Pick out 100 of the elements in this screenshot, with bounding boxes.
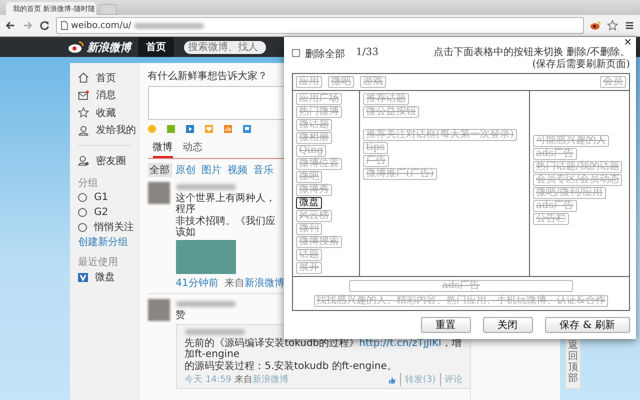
module-toggle[interactable]: 热门微博 — [296, 106, 342, 118]
friends-icon — [78, 155, 89, 166]
hint-text: 点击下面表格中的按钮来切换 删除/不删除。(保存后需要刷新页面) — [432, 47, 630, 71]
source-label: 来自 — [234, 375, 252, 385]
module-toggle[interactable]: 找找感兴趣的人、精彩内容、热门应用、手机玩微博、认证&合作 — [314, 295, 608, 307]
feed-tab[interactable]: 动态 — [182, 139, 203, 158]
module-toggle[interactable]: tips — [363, 142, 388, 154]
module-toggle[interactable]: 微博推广(广告) — [363, 168, 437, 180]
module-toggle[interactable]: 微博位置 — [296, 158, 342, 170]
module-toggle[interactable]: 应用广场 — [296, 93, 342, 105]
module-toggle[interactable]: 风云榜 — [296, 210, 332, 222]
module-toggle[interactable]: 会员 — [600, 76, 626, 88]
star-icon[interactable] — [607, 20, 618, 31]
circle-icon — [78, 222, 87, 232]
blurred-text — [134, 22, 204, 28]
module-toggle[interactable]: ads广告 — [533, 200, 576, 212]
sidebar-item[interactable]: 密友圈 — [96, 154, 126, 168]
sidebar-item[interactable]: 首页 — [96, 70, 116, 85]
dialog-button[interactable]: 重置 — [420, 317, 471, 333]
short-link[interactable]: http://t.cn/zTjJlKl — [359, 338, 442, 349]
forward-link[interactable]: 转发(3) — [400, 373, 436, 386]
checkbox-label: 删除全部 — [305, 48, 345, 61]
feed-tab[interactable]: 微博 — [152, 139, 173, 158]
reload-icon[interactable] — [39, 20, 50, 31]
address-bar[interactable]: weibo.com/u/ — [56, 17, 584, 34]
section-heading: 分组 — [78, 176, 99, 190]
dialog-button[interactable]: 保存 & 刷新 — [544, 317, 630, 333]
sidebar-item[interactable]: 消息 — [96, 88, 116, 102]
module-toggle[interactable]: 可能感兴趣的人 — [533, 135, 609, 147]
dialog-button[interactable]: 关闭 — [482, 317, 533, 333]
count-label: 1/33 — [356, 47, 378, 58]
module-toggle[interactable]: 展开 — [296, 262, 322, 274]
blurred-text — [176, 184, 236, 190]
group-item[interactable]: 悄悄关注 — [94, 220, 134, 234]
module-toggle[interactable]: 会员专区/会员动态 — [533, 174, 622, 186]
module-toggle[interactable]: 公告栏 — [533, 213, 569, 225]
composer-prompt: 有什么新鲜事想告诉大家？ — [148, 70, 268, 82]
close-button[interactable]: × — [624, 38, 632, 48]
module-toggle[interactable]: 推荐话题 — [363, 93, 409, 105]
filter-tab[interactable]: 原创 — [174, 163, 198, 177]
sidebar-item[interactable]: 发给我的 — [96, 123, 136, 138]
source-link[interactable]: 新浪微博 — [244, 276, 284, 290]
back-icon[interactable] — [5, 20, 16, 31]
module-toggle[interactable]: 微博搜索 — [296, 236, 342, 248]
create-group-link[interactable]: 创建新分组 — [78, 234, 140, 248]
filter-tab[interactable]: 图片 — [200, 163, 224, 177]
nav-tab[interactable]: 首页 — [138, 37, 174, 57]
page-icon — [61, 21, 68, 30]
group-item[interactable]: G1 — [94, 192, 108, 202]
heart-icon[interactable] — [204, 125, 213, 133]
post-time[interactable]: 今天 14:59 — [184, 375, 232, 385]
play-icon[interactable] — [186, 125, 194, 133]
circle-icon — [78, 192, 87, 202]
app-icon — [78, 272, 88, 282]
source-label: 来自 — [224, 276, 244, 290]
module-toggle[interactable]: 微吧/微刊/应用 — [533, 187, 606, 199]
module-toggle[interactable]: 推荐关注对话框(每天第一次登录) — [363, 129, 517, 141]
chart-icon[interactable] — [224, 125, 232, 133]
logo-text: 新浪微博 — [87, 40, 131, 54]
home-icon — [78, 72, 89, 84]
search-field[interactable]: 搜索微博、找人 — [184, 40, 266, 54]
checkbox[interactable] — [292, 49, 300, 57]
module-toggle[interactable]: 游戏 — [360, 76, 386, 88]
module-toggle[interactable]: 微公益按钮 — [363, 106, 419, 118]
avatar-placeholder — [148, 182, 170, 204]
module-toggle[interactable]: 微相册 — [296, 132, 332, 144]
filter-tab[interactable]: 音乐 — [252, 163, 276, 177]
photo-placeholder — [176, 240, 236, 274]
star-icon — [78, 107, 89, 118]
module-toggle[interactable]: 微吧 — [296, 171, 322, 183]
forward-icon[interactable] — [22, 20, 33, 31]
thumbs-up-icon[interactable] — [388, 376, 396, 384]
module-toggle[interactable]: 微盘 — [296, 197, 322, 209]
module-toggle[interactable]: 应用 — [296, 76, 322, 88]
filter-tab[interactable]: 全部 — [148, 163, 172, 177]
comment-link[interactable]: 评论 — [440, 373, 463, 386]
recent-item[interactable]: 微盘 — [95, 270, 115, 284]
envelope-icon — [78, 90, 89, 101]
post-text: 这个世界上有两种人，程序 — [176, 193, 277, 215]
module-toggle[interactable]: 微博秀 — [296, 184, 332, 196]
post-time[interactable]: 41分钟前 — [176, 276, 218, 290]
user-icon — [78, 124, 89, 136]
module-toggle[interactable]: Qing — [296, 145, 326, 157]
group-item[interactable]: G2 — [94, 206, 108, 218]
sidebar-item[interactable]: 收藏 — [96, 106, 116, 120]
weibo-logo-icon — [68, 41, 84, 53]
menu-icon[interactable] — [624, 20, 635, 31]
circle-icon — [78, 208, 87, 216]
module-toggle[interactable]: ads广告 — [349, 280, 573, 292]
module-toggle[interactable]: 热门话题/我的话题 — [533, 161, 622, 173]
weibo-logo-icon[interactable] — [590, 20, 601, 31]
module-toggle[interactable]: 话题 — [296, 249, 322, 261]
blurred-text — [176, 301, 236, 307]
module-toggle[interactable]: ads广告 — [533, 148, 576, 160]
module-toggle[interactable]: 微吧 — [328, 76, 354, 88]
source-link[interactable]: 新浪微博 — [252, 375, 288, 385]
filter-tab[interactable]: 视频 — [226, 163, 250, 177]
module-toggle[interactable]: 微话题 — [296, 119, 332, 131]
module-toggle[interactable]: 广告 — [363, 155, 389, 167]
module-toggle[interactable]: 微刊 — [296, 223, 322, 235]
